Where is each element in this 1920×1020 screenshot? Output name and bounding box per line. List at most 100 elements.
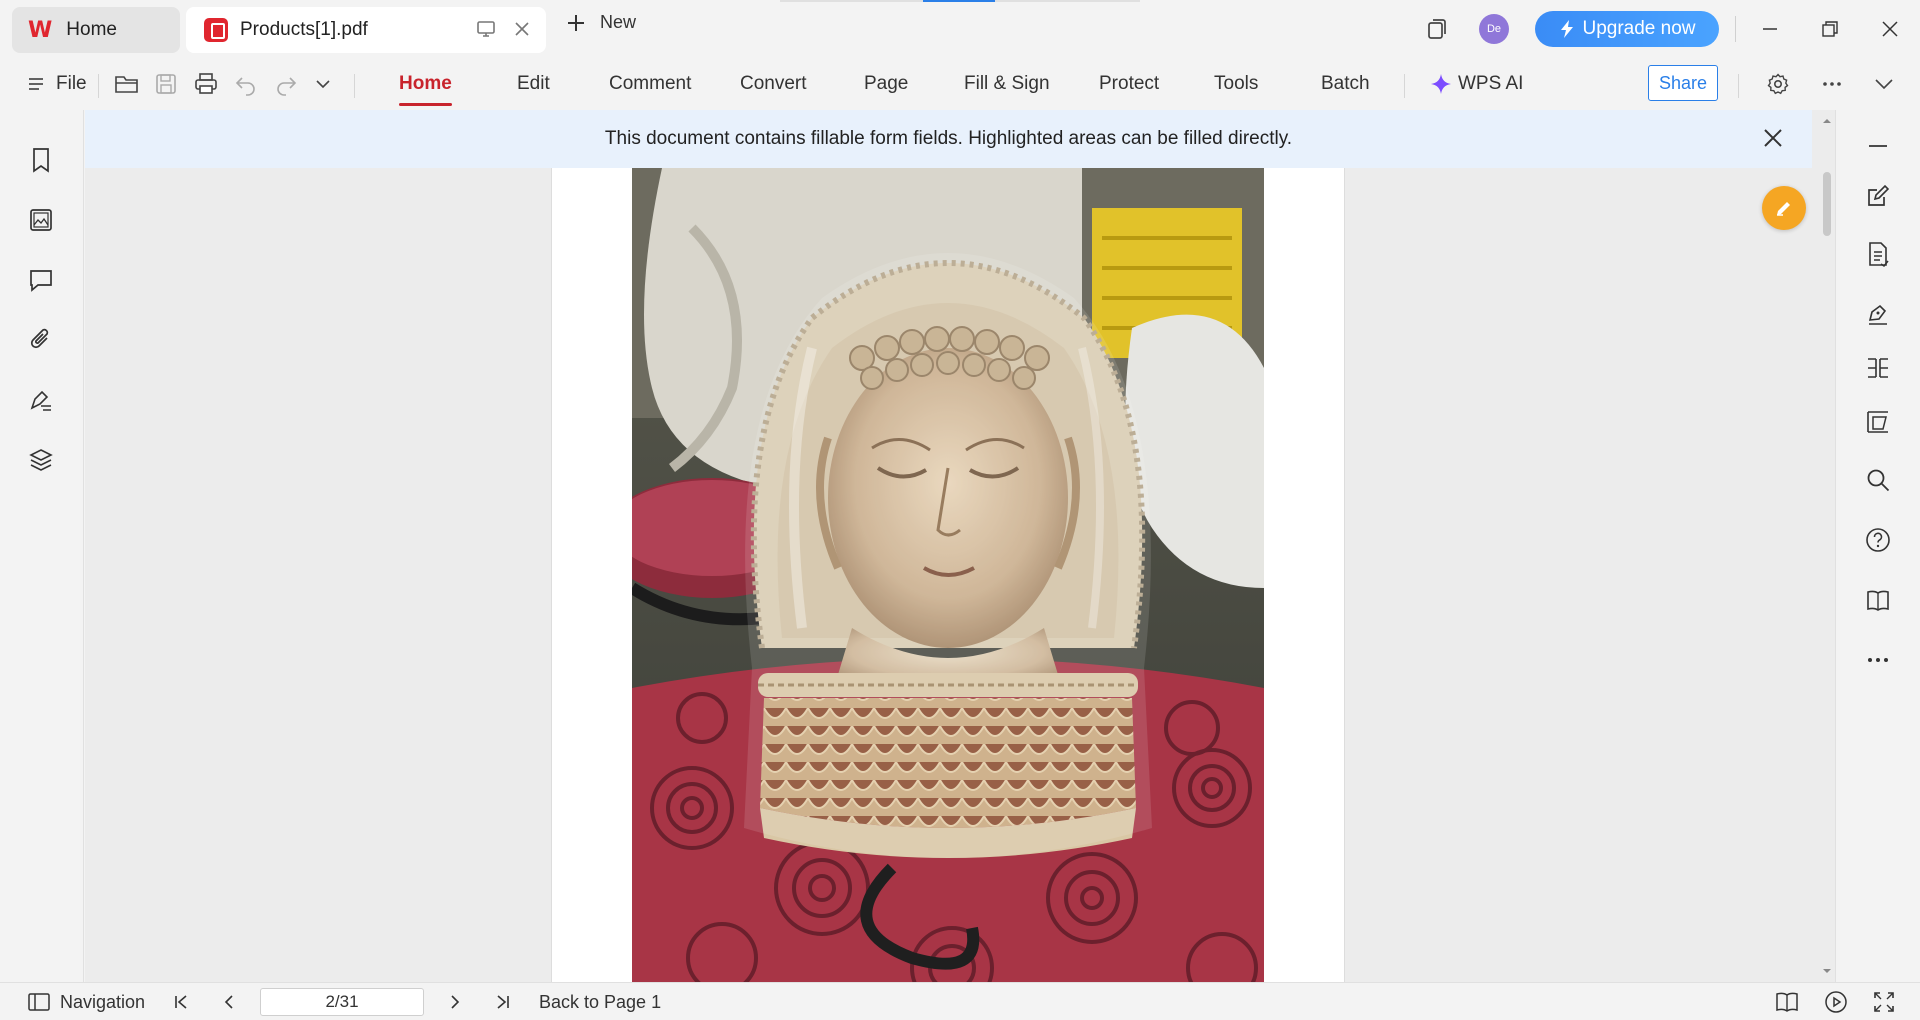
- scrollbar-thumb[interactable]: [1823, 172, 1831, 236]
- tab-wps-ai[interactable]: WPS AI: [1430, 68, 1523, 100]
- tab-tools[interactable]: Tools: [1214, 68, 1258, 100]
- collapse-ribbon-button[interactable]: [1872, 68, 1896, 100]
- lightning-icon: [1561, 20, 1574, 38]
- title-bar: W Home Products[1].pdf New De Upgrade no…: [0, 0, 1920, 58]
- pen-sign-icon[interactable]: [1864, 300, 1892, 328]
- sparkle-icon: [1431, 74, 1451, 94]
- tab-convert[interactable]: Convert: [740, 68, 807, 100]
- navigation-label: Navigation: [60, 991, 146, 1012]
- bookmark-icon[interactable]: [27, 146, 55, 174]
- monitor-icon[interactable]: [476, 19, 496, 39]
- status-bar: Navigation Back to Page 1: [0, 982, 1920, 1020]
- more-icon: [1823, 82, 1841, 86]
- last-page-button[interactable]: [494, 983, 512, 1020]
- divider: [98, 74, 99, 98]
- tab-home-label: Home: [66, 19, 117, 40]
- new-tab-label: New: [600, 12, 637, 32]
- left-sidebar: [0, 110, 84, 982]
- tab-batch[interactable]: Batch: [1321, 68, 1370, 100]
- reading-mode-button[interactable]: [1775, 983, 1799, 1020]
- open-folder-button[interactable]: [114, 68, 140, 100]
- tab-edit[interactable]: Edit: [517, 68, 550, 100]
- window-layout-icon[interactable]: [1425, 17, 1449, 41]
- fullscreen-button[interactable]: [1873, 983, 1895, 1020]
- book-open-icon: [1776, 992, 1798, 1012]
- chevron-down-icon: [316, 80, 330, 89]
- tab-comment[interactable]: Comment: [609, 68, 691, 100]
- image-icon[interactable]: [27, 206, 55, 234]
- tab-home-ribbon[interactable]: Home: [399, 68, 452, 106]
- tab-document-label: Products[1].pdf: [240, 19, 368, 40]
- play-icon: [1825, 991, 1847, 1013]
- close-icon: [1882, 21, 1898, 37]
- share-button[interactable]: Share: [1648, 65, 1718, 101]
- wps-logo-icon: W: [28, 17, 53, 43]
- search-icon[interactable]: [1864, 466, 1892, 494]
- save-icon: [156, 74, 176, 94]
- help-icon[interactable]: [1864, 526, 1892, 554]
- pdf-page: [551, 168, 1345, 982]
- pencil-icon: [1777, 202, 1790, 216]
- product-photo: [632, 168, 1264, 982]
- next-page-button[interactable]: [446, 983, 464, 1020]
- close-tab-icon[interactable]: [512, 19, 532, 39]
- play-button[interactable]: [1824, 983, 1848, 1020]
- last-page-icon: [497, 995, 509, 1009]
- close-window-button[interactable]: [1860, 0, 1920, 58]
- tab-page[interactable]: Page: [864, 68, 908, 100]
- divider: [1738, 74, 1739, 98]
- quick-access-dropdown[interactable]: [314, 68, 332, 100]
- redo-button[interactable]: [274, 68, 298, 100]
- chevron-right-icon: [451, 995, 460, 1009]
- prev-page-button[interactable]: [220, 983, 238, 1020]
- printer-icon: [195, 73, 217, 94]
- print-button[interactable]: [194, 68, 218, 100]
- file-menu-label: File: [56, 73, 87, 94]
- tab-protect[interactable]: Protect: [1099, 68, 1159, 100]
- scroll-down-icon[interactable]: [1820, 964, 1834, 978]
- more-icon[interactable]: [1864, 646, 1892, 674]
- gear-icon: [1767, 73, 1789, 95]
- file-menu[interactable]: File: [28, 68, 87, 100]
- first-page-button[interactable]: [172, 983, 190, 1020]
- save-button[interactable]: [154, 68, 178, 100]
- vertical-scrollbar[interactable]: [1820, 110, 1834, 982]
- compare-icon[interactable]: [1864, 354, 1892, 382]
- more-options-button[interactable]: [1820, 68, 1844, 100]
- comment-icon[interactable]: [27, 266, 55, 294]
- tab-document[interactable]: Products[1].pdf: [186, 7, 546, 53]
- minimize-button[interactable]: [1740, 0, 1800, 58]
- fullscreen-icon: [1874, 992, 1894, 1012]
- tab-fill-sign[interactable]: Fill & Sign: [964, 68, 1050, 100]
- avatar[interactable]: De: [1479, 14, 1509, 44]
- back-to-page-link[interactable]: Back to Page 1: [539, 983, 661, 1020]
- divider: [1735, 16, 1736, 42]
- fill-form-button[interactable]: [1762, 186, 1806, 230]
- page-number-input[interactable]: [260, 988, 424, 1016]
- navigation-toggle[interactable]: Navigation: [28, 983, 145, 1020]
- restore-button[interactable]: [1800, 0, 1860, 58]
- edit-doc-icon[interactable]: [1864, 182, 1892, 210]
- layers-icon[interactable]: [27, 446, 55, 474]
- hamburger-icon: [29, 78, 43, 90]
- scan-icon[interactable]: [1864, 408, 1892, 436]
- signature-icon[interactable]: [27, 386, 55, 414]
- settings-button[interactable]: [1766, 68, 1790, 100]
- scroll-up-icon[interactable]: [1820, 114, 1834, 128]
- undo-button[interactable]: [234, 68, 258, 100]
- first-page-icon: [175, 995, 187, 1009]
- new-tab-button[interactable]: New: [566, 12, 636, 33]
- minimize-panel-icon[interactable]: [1864, 132, 1892, 160]
- right-sidebar: [1835, 110, 1920, 982]
- close-notice-icon[interactable]: [1762, 127, 1784, 149]
- chevron-down-icon: [1875, 79, 1893, 90]
- sidebar-panel-icon: [28, 993, 50, 1011]
- document-view: This document contains fillable form fie…: [85, 110, 1835, 982]
- tab-home[interactable]: W Home: [12, 7, 180, 53]
- book-icon[interactable]: [1864, 586, 1892, 614]
- upgrade-button[interactable]: Upgrade now: [1535, 11, 1719, 47]
- doc-list-icon[interactable]: [1864, 240, 1892, 268]
- divider: [1404, 74, 1405, 98]
- wps-ai-label: WPS AI: [1458, 73, 1524, 94]
- attachment-icon[interactable]: [27, 326, 55, 354]
